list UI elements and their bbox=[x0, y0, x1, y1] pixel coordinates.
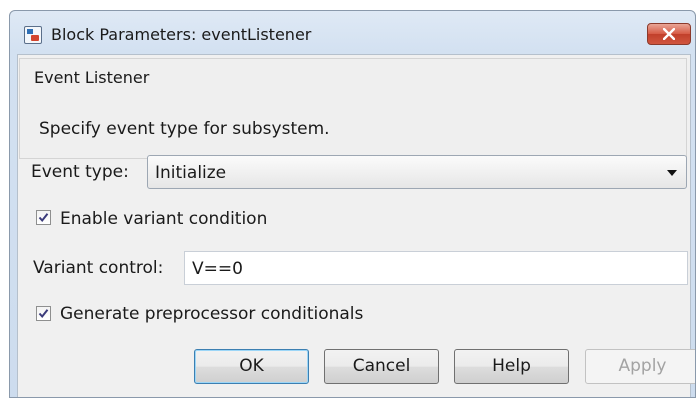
close-icon bbox=[663, 28, 675, 40]
ok-button[interactable]: OK bbox=[194, 349, 309, 384]
generate-preprocessor-label[interactable]: Generate preprocessor conditionals bbox=[60, 304, 363, 324]
title-bar[interactable]: Block Parameters: eventListener bbox=[10, 11, 695, 55]
group-title: Event Listener bbox=[34, 68, 150, 87]
close-button[interactable] bbox=[647, 23, 691, 45]
generate-preprocessor-checkbox[interactable] bbox=[36, 306, 51, 321]
group-description: Specify event type for subsystem. bbox=[39, 119, 330, 139]
event-type-value: Initialize bbox=[155, 163, 227, 183]
window-title: Block Parameters: eventListener bbox=[51, 25, 312, 44]
event-type-dropdown[interactable]: Initialize bbox=[147, 155, 687, 189]
block-parameters-icon bbox=[24, 26, 42, 44]
variant-control-input[interactable]: V==0 bbox=[184, 251, 688, 285]
help-button[interactable]: Help bbox=[454, 349, 569, 384]
variant-control-value: V==0 bbox=[192, 259, 243, 279]
enable-variant-checkbox[interactable] bbox=[36, 210, 51, 225]
checkmark-icon bbox=[38, 213, 49, 223]
event-listener-group: Event Listener Specify event type for su… bbox=[19, 58, 687, 159]
cancel-button[interactable]: Cancel bbox=[324, 349, 439, 384]
event-type-label: Event type: bbox=[31, 162, 129, 182]
dialog-window: Block Parameters: eventListener Event Li… bbox=[9, 10, 696, 398]
checkmark-icon bbox=[38, 309, 49, 319]
enable-variant-label[interactable]: Enable variant condition bbox=[60, 209, 267, 229]
variant-control-label: Variant control: bbox=[33, 258, 164, 278]
dialog-body: Event Listener Specify event type for su… bbox=[17, 54, 695, 397]
dropdown-arrow-icon bbox=[667, 170, 677, 176]
apply-button[interactable]: Apply bbox=[585, 349, 695, 384]
